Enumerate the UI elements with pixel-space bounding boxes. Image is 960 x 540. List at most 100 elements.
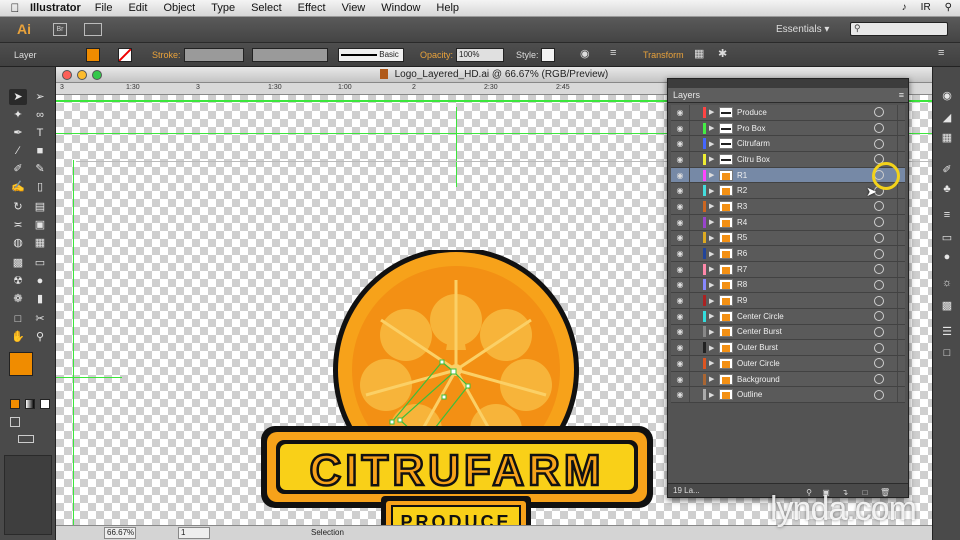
lock-toggle[interactable]	[689, 230, 703, 246]
screen-mode-button[interactable]	[18, 435, 34, 443]
layer-row[interactable]: ◉ ▶ R3	[671, 199, 905, 215]
selection-column[interactable]	[897, 152, 905, 167]
lock-toggle[interactable]	[689, 387, 703, 403]
column-graph-tool-icon[interactable]: ▮	[31, 291, 49, 307]
expand-triangle-icon[interactable]: ▶	[709, 234, 719, 242]
gradient-tool-icon[interactable]: ▭	[31, 255, 49, 271]
artboards-panel-icon[interactable]: □	[939, 347, 955, 361]
selection-column[interactable]	[897, 246, 905, 261]
menu-view[interactable]: View	[342, 2, 366, 14]
layer-name[interactable]: R7	[737, 265, 874, 274]
workspace-switcher[interactable]: Essentials ▾	[776, 24, 829, 35]
expand-triangle-icon[interactable]: ▶	[709, 171, 719, 179]
selection-column[interactable]	[897, 214, 905, 230]
selection-column[interactable]	[897, 230, 905, 246]
selection-column[interactable]	[897, 371, 905, 387]
layer-name[interactable]: Outer Circle	[737, 359, 874, 368]
options-icon[interactable]: ✱	[718, 47, 727, 60]
layer-row[interactable]: ◉ ▶ Outline	[671, 387, 905, 404]
visibility-eye-icon[interactable]: ◉	[671, 375, 689, 384]
arrange-documents-button[interactable]	[84, 23, 102, 36]
brush-definition[interactable]: Basic	[338, 48, 404, 62]
mesh-tool-icon[interactable]: ▩	[9, 255, 27, 271]
lock-toggle[interactable]	[689, 261, 703, 277]
lock-toggle[interactable]	[689, 152, 703, 167]
expand-triangle-icon[interactable]: ▶	[709, 187, 719, 195]
visibility-eye-icon[interactable]: ◉	[671, 139, 689, 148]
layer-row[interactable]: ◉ ▶ Pro Box	[671, 120, 905, 137]
expand-triangle-icon[interactable]: ▶	[709, 155, 719, 163]
bridge-button[interactable]: Br	[53, 23, 67, 36]
layer-row[interactable]: ◉ ▶ R5	[671, 230, 905, 247]
layer-row[interactable]: ◉ ▶ R1	[671, 167, 905, 184]
expand-triangle-icon[interactable]: ▶	[709, 250, 719, 258]
menu-type[interactable]: Type	[211, 2, 235, 14]
artboard-number-field[interactable]: 1	[178, 527, 210, 539]
artboard-tool-icon[interactable]: □	[9, 311, 27, 327]
layer-row[interactable]: ◉ ▶ R8	[671, 277, 905, 294]
lock-toggle[interactable]	[689, 308, 703, 324]
visibility-eye-icon[interactable]: ◉	[671, 249, 689, 258]
gradient-mode-button[interactable]	[25, 399, 35, 409]
layer-target-circle[interactable]	[874, 389, 884, 400]
layer-row[interactable]: ◉ ▶ R7	[671, 261, 905, 278]
lasso-tool-icon[interactable]: ∞	[31, 107, 49, 123]
selection-column[interactable]	[897, 199, 905, 214]
zoom-level-field[interactable]: 66.67%	[104, 527, 136, 539]
layer-target-circle[interactable]	[874, 264, 884, 275]
layer-target-circle[interactable]	[874, 374, 884, 385]
layer-target-circle[interactable]	[874, 248, 884, 259]
minimize-window-button[interactable]	[77, 70, 87, 80]
selection-column[interactable]	[897, 308, 905, 324]
variable-width-profile[interactable]	[252, 48, 328, 62]
vertical-guide[interactable]	[73, 160, 74, 525]
layer-target-circle[interactable]	[874, 358, 884, 369]
free-transform-tool-icon[interactable]: ▣	[31, 217, 49, 233]
layer-target-circle[interactable]	[874, 123, 884, 134]
visibility-eye-icon[interactable]: ◉	[671, 390, 689, 399]
layers-panel-icon[interactable]: ☰	[939, 325, 955, 339]
rotate-tool-icon[interactable]: ↻	[9, 199, 27, 215]
brushes-panel-icon[interactable]: ✐	[939, 163, 955, 177]
eyedropper-tool-icon[interactable]: ☢	[9, 273, 27, 289]
opacity-field[interactable]: 100%	[456, 48, 504, 62]
rectangle-tool-icon[interactable]: ■	[31, 143, 49, 159]
layer-name[interactable]: Citru Box	[737, 155, 874, 164]
lock-toggle[interactable]	[689, 324, 703, 340]
layer-row[interactable]: ◉ ▶ Produce	[671, 105, 905, 121]
pencil-tool-icon[interactable]: ✎	[31, 161, 49, 177]
lock-toggle[interactable]	[689, 199, 703, 214]
close-window-button[interactable]	[62, 70, 72, 80]
isolate-icon[interactable]: ▦	[694, 47, 704, 60]
symbols-panel-icon[interactable]: ♣	[939, 183, 955, 197]
selection-column[interactable]	[897, 293, 905, 308]
layer-row[interactable]: ◉ ▶ Center Circle	[671, 308, 905, 325]
layer-name[interactable]: Outer Burst	[737, 343, 874, 352]
visibility-eye-icon[interactable]: ◉	[671, 202, 689, 211]
layer-row[interactable]: ◉ ▶ Outer Burst	[671, 340, 905, 356]
zoom-window-button[interactable]	[92, 70, 102, 80]
lock-toggle[interactable]	[689, 340, 703, 355]
appearance-panel-icon[interactable]: ☼	[939, 277, 955, 291]
panel-menu-icon[interactable]: ≡	[938, 47, 944, 59]
layer-name[interactable]: Produce	[737, 108, 874, 117]
layer-name[interactable]: R6	[737, 249, 874, 258]
recolor-icon[interactable]: ◉	[580, 47, 590, 60]
stroke-swatch[interactable]	[118, 48, 132, 62]
layer-name[interactable]: R4	[737, 218, 874, 227]
expand-triangle-icon[interactable]: ▶	[709, 297, 719, 305]
lock-toggle[interactable]	[689, 371, 703, 387]
layer-name[interactable]: R9	[737, 296, 874, 305]
expand-triangle-icon[interactable]: ▶	[709, 375, 719, 383]
visibility-eye-icon[interactable]: ◉	[671, 124, 689, 133]
visibility-eye-icon[interactable]: ◉	[671, 312, 689, 321]
fill-swatch[interactable]	[86, 48, 100, 62]
layer-row[interactable]: ◉ ▶ R9	[671, 293, 905, 309]
expand-triangle-icon[interactable]: ▶	[709, 265, 719, 273]
symbol-sprayer-tool-icon[interactable]: ❁	[9, 291, 27, 307]
layer-name[interactable]: R3	[737, 202, 874, 211]
magic-wand-tool-icon[interactable]: ✦	[9, 107, 27, 123]
layer-target-circle[interactable]	[874, 311, 884, 322]
align-icon[interactable]: ≡	[610, 47, 616, 59]
expand-triangle-icon[interactable]: ▶	[709, 124, 719, 132]
